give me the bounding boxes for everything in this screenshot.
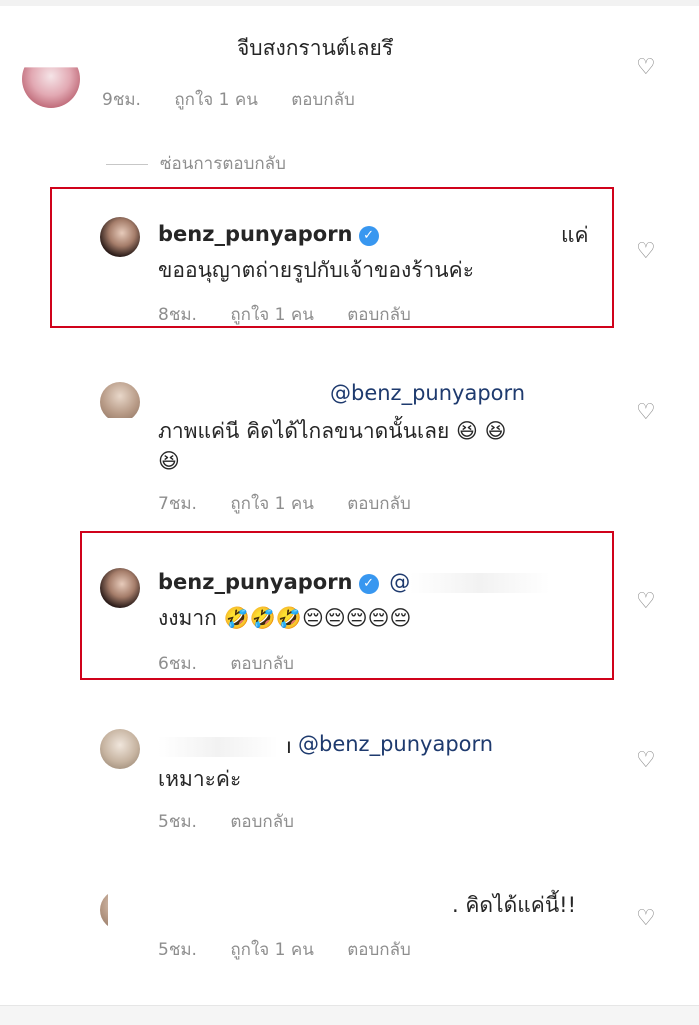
heart-outline-icon[interactable]: ♡ — [636, 241, 660, 263]
avatar[interactable] — [100, 729, 140, 769]
reply-button[interactable]: ตอบกลับ — [347, 940, 411, 960]
comment-time: 6ชม. — [158, 654, 197, 674]
username[interactable]: benz_punyaporn — [158, 222, 353, 246]
verified-badge-icon: ✓ — [358, 574, 379, 594]
comment-line-1-tail: แค่ — [561, 223, 589, 247]
avatar[interactable] — [100, 568, 140, 608]
mention-partial[interactable]: @ — [389, 570, 410, 594]
avatar[interactable] — [100, 890, 108, 930]
redacted-username — [158, 731, 278, 761]
comment-meta: 9ชม. ถูกใจ 1 คน ตอบกลับ — [102, 86, 383, 113]
comment-time: 8ชม. — [158, 305, 197, 325]
top-divider — [0, 0, 699, 6]
comment-text: . คิดได้แค่นี้!! — [452, 893, 577, 917]
comment-line-2: ขออนุญาตถ่ายรูปกับเจ้าของร้านค่ะ — [158, 258, 474, 282]
comment-line-3: 😆 — [158, 449, 180, 473]
like-count[interactable]: ถูกใจ 1 คน — [230, 494, 313, 514]
comment-text: จีบสงกรานต์เลยรึ — [237, 36, 394, 60]
comment-time: 5ชม. — [158, 940, 197, 960]
heart-outline-icon[interactable]: ♡ — [636, 591, 660, 613]
like-count[interactable]: ถูกใจ 1 คน — [174, 90, 257, 110]
avatar[interactable] — [100, 217, 140, 257]
reply-button[interactable]: ตอบกลับ — [291, 90, 355, 110]
comment-meta: 6ชม. ตอบกลับ — [158, 650, 322, 677]
reply-button[interactable]: ตอบกลับ — [230, 654, 294, 674]
divider-line — [106, 163, 148, 165]
comment-meta: 7ชม. ถูกใจ 1 คน ตอบกลับ — [158, 490, 439, 517]
comment-line-2: เหมาะค่ะ — [158, 767, 242, 791]
heart-outline-icon[interactable]: ♡ — [636, 750, 660, 772]
like-count[interactable]: ถูกใจ 1 คน — [230, 940, 313, 960]
like-count[interactable]: ถูกใจ 1 คน — [230, 305, 313, 325]
comment-meta: 5ชม. ตอบกลับ — [158, 808, 322, 835]
username[interactable]: benz_punyaporn — [158, 570, 353, 594]
comment-meta: 8ชม. ถูกใจ 1 คน ตอบกลับ — [158, 301, 439, 328]
heart-outline-icon[interactable]: ♡ — [636, 402, 660, 424]
comment-line-2: งงมาก 🤣🤣🤣😔😔😔😔😔 — [158, 606, 412, 630]
mention[interactable]: @benz_punyaporn — [330, 378, 525, 408]
reply-button[interactable]: ตอบกลับ — [347, 494, 411, 514]
heart-outline-icon[interactable]: ♡ — [636, 908, 660, 930]
comment-line-1: benz_punyaporn ✓ @ — [158, 567, 551, 597]
reply-button[interactable]: ตอบกลับ — [230, 812, 294, 832]
comment-meta: 5ชม. ถูกใจ 1 คน ตอบกลับ — [158, 936, 439, 963]
avatar[interactable] — [100, 382, 140, 418]
mention[interactable]: @benz_punyaporn — [298, 729, 493, 759]
comment-time: 5ชม. — [158, 812, 197, 832]
comment-time: 9ชม. — [102, 90, 141, 110]
reply-button[interactable]: ตอบกลับ — [347, 305, 411, 325]
avatar[interactable] — [22, 67, 80, 108]
redacted-name — [158, 737, 278, 757]
verified-badge-icon: ✓ — [358, 226, 379, 246]
comment-line-1: benz_punyaporn ✓ — [158, 219, 379, 249]
comment-line-2: ภาพแค่นี คิดได้ไกลขนาดนั้นเลย 😆 😆 — [158, 419, 507, 443]
heart-outline-icon[interactable]: ♡ — [636, 57, 660, 79]
comment-time: 7ชม. — [158, 494, 197, 514]
redacted-mention — [410, 573, 551, 593]
bottom-divider — [0, 1005, 699, 1025]
name-fragment: ı — [286, 734, 292, 758]
hide-replies-button[interactable]: ซ่อนการตอบกลับ — [106, 150, 286, 177]
